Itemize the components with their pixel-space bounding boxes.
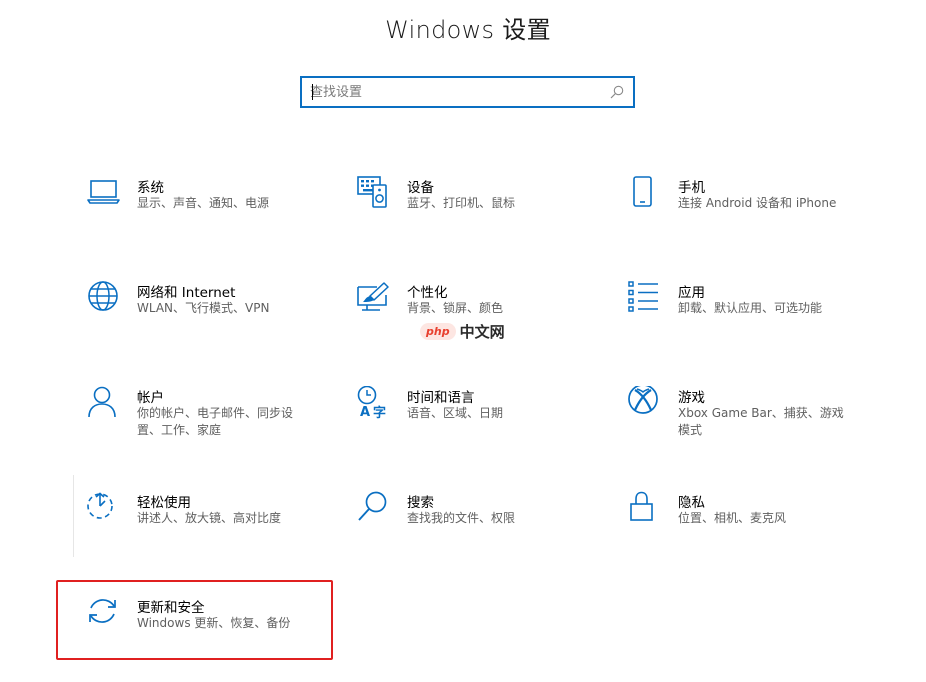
tile-gaming[interactable]: 游戏 Xbox Game Bar、捕获、游戏模式 [628,386,878,472]
person-icon [88,386,116,418]
tile-phone[interactable]: 手机 连接 Android 设备和 iPhone [628,176,878,262]
tile-network[interactable]: 网络和 Internet WLAN、飞行模式、VPN [87,281,337,367]
tile-apps[interactable]: 应用 卸载、默认应用、可选功能 [628,281,878,367]
tile-privacy[interactable]: 隐私 位置、相机、麦克风 [628,491,878,577]
svg-text:A: A [360,405,370,420]
tile-name: 设备 [407,180,434,196]
svg-text:字: 字 [373,405,386,420]
tile-desc: 查找我的文件、权限 [407,511,516,525]
watermark-php: php [420,322,456,340]
tile-name: 应用 [678,285,705,301]
tile-desc: 连接 Android 设备和 iPhone [678,196,837,210]
phone-icon [633,176,652,207]
tile-desc: 位置、相机、麦克风 [678,511,787,525]
tile-desc: 语音、区域、日期 [407,406,504,420]
tile-system[interactable]: 系统 显示、声音、通知、电源 [87,176,337,262]
tile-name: 轻松使用 [137,495,191,511]
tile-name: 搜索 [407,495,434,511]
tile-update-security[interactable]: 更新和安全 Windows 更新、恢复、备份 [87,596,337,682]
search-icon[interactable] [609,84,625,100]
tile-name: 时间和语言 [407,390,475,406]
tile-desc: 你的帐户、电子邮件、同步设置、工作、家庭 [137,406,294,437]
tile-search[interactable]: 搜索 查找我的文件、权限 [357,491,607,577]
tile-name: 帐户 [137,390,164,406]
globe-icon [88,281,118,311]
watermark-text: 中文网 [459,322,505,341]
search-box[interactable] [300,76,635,108]
divider [73,475,74,557]
tile-accounts[interactable]: 帐户 你的帐户、电子邮件、同步设置、工作、家庭 [87,386,337,472]
clock-language-icon: A 字 [357,386,386,420]
tile-desc: WLAN、飞行模式、VPN [137,301,270,315]
search-input[interactable] [310,82,600,102]
sync-icon [89,599,116,623]
text-caret [312,84,313,100]
paint-brush-icon [357,282,389,311]
tile-desc: 显示、声音、通知、电源 [137,196,270,210]
search-icon [358,491,387,521]
page-title: Windows 设置 [385,16,551,44]
tile-name: 隐私 [678,495,705,511]
tile-desc: 讲述人、放大镜、高对比度 [137,511,282,525]
tile-name: 网络和 Internet [137,285,236,301]
app-list-icon [628,281,658,312]
tile-name: 手机 [678,180,705,196]
tile-desc: Xbox Game Bar、捕获、游戏模式 [678,406,844,437]
tile-desc: 蓝牙、打印机、鼠标 [407,196,516,210]
tile-name: 系统 [137,180,164,196]
ease-of-access-icon [87,492,113,519]
lock-icon [630,491,653,521]
tile-ease-of-access[interactable]: 轻松使用 讲述人、放大镜、高对比度 [87,491,337,577]
laptop-icon [87,180,120,204]
tile-name: 游戏 [678,390,705,406]
tile-name: 个性化 [407,285,448,301]
tile-devices[interactable]: 设备 蓝牙、打印机、鼠标 [357,176,607,262]
tile-desc: Windows 更新、恢复、备份 [137,616,291,630]
tile-desc: 背景、锁屏、颜色 [407,301,504,315]
keyboard-speaker-icon [357,176,387,208]
tile-desc: 卸载、默认应用、可选功能 [678,301,823,315]
watermark-logo: php 中文网 [420,320,505,342]
tile-name: 更新和安全 [137,600,205,616]
xbox-icon [628,386,658,414]
tile-time-language[interactable]: A 字 时间和语言 语音、区域、日期 [357,386,607,472]
